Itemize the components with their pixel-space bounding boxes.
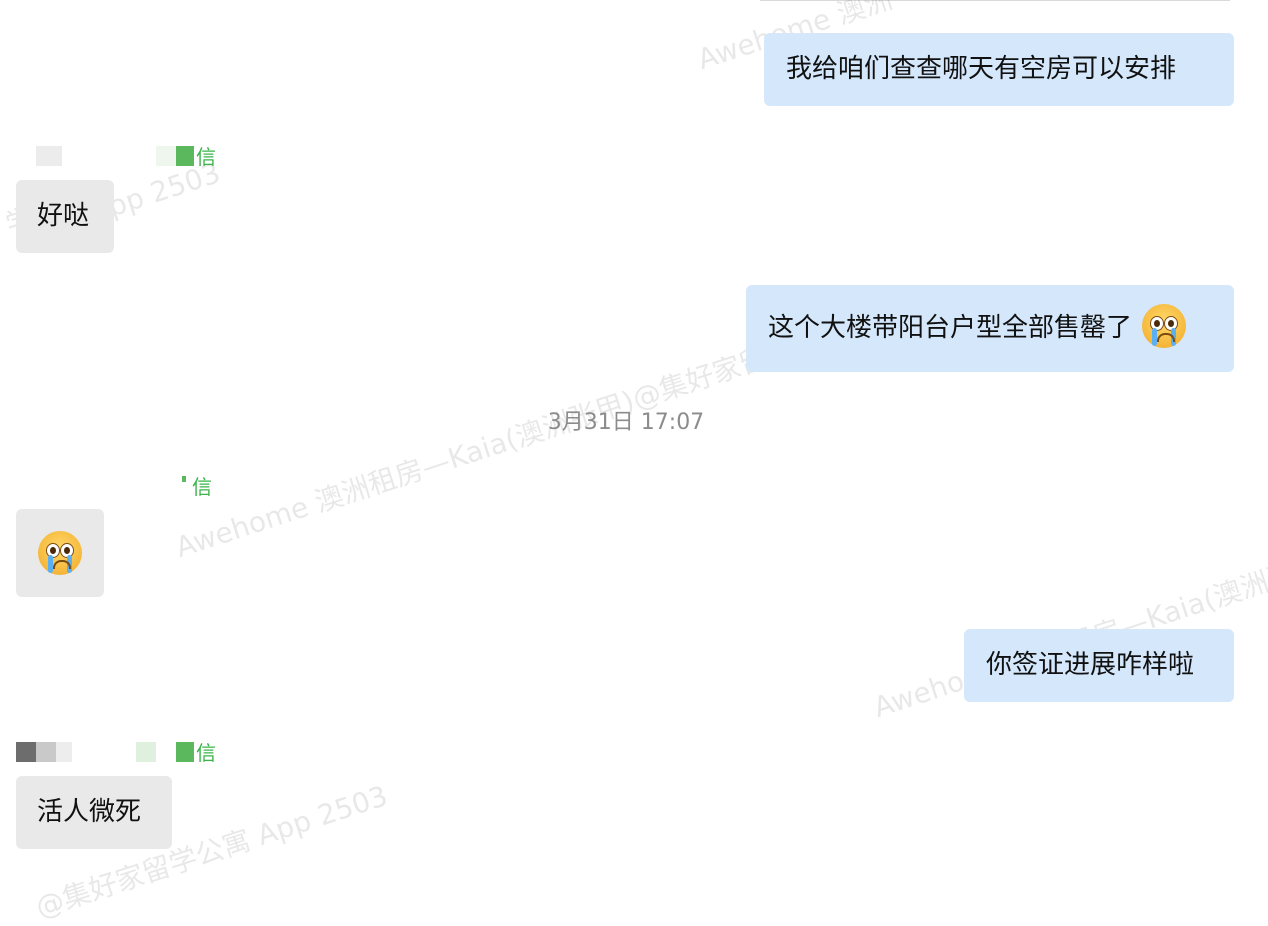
sender-name: 信	[16, 474, 226, 500]
redacted-sender-name	[182, 476, 186, 482]
redacted-sender-name	[176, 742, 194, 762]
incoming-message-bubble[interactable]: 活人微死	[16, 776, 172, 849]
message-text: 好哒	[37, 201, 90, 231]
sender-name: 信	[16, 740, 226, 766]
message-text: 这个大楼带阳台户型全部售罄了	[768, 313, 1133, 343]
redacted-sender-name	[176, 146, 194, 166]
watermark: Awehome 澳洲租房—Kaia(澳洲张甲)@集好家留学公	[171, 323, 825, 565]
message-text: 你签证进展咋样啦	[986, 650, 1195, 680]
sender-label: 信	[196, 741, 216, 765]
redacted-sender-name	[56, 742, 72, 762]
redacted-sender-name	[136, 742, 156, 762]
outgoing-message-bubble[interactable]: 我给咱们查查哪天有空房可以安排	[764, 33, 1234, 106]
chat-timestamp: 3月31日 17:07	[547, 410, 705, 435]
message-text: 我给咱们查查哪天有空房可以安排	[786, 54, 1177, 84]
sender-label: 信	[196, 145, 216, 169]
redacted-sender-name	[156, 146, 176, 166]
redacted-sender-name	[36, 742, 56, 762]
message-text: 活人微死	[37, 797, 142, 827]
crying-face-emoji-icon	[1142, 303, 1187, 348]
outgoing-message-bubble[interactable]: 这个大楼带阳台户型全部售罄了	[746, 285, 1234, 372]
sender-name: 信	[16, 144, 226, 170]
top-divider	[760, 0, 1230, 1]
incoming-message-bubble[interactable]	[16, 509, 104, 597]
redacted-sender-name	[36, 146, 62, 166]
outgoing-message-bubble[interactable]: 你签证进展咋样啦	[964, 629, 1234, 702]
crying-face-emoji-icon	[38, 531, 82, 575]
incoming-message-bubble[interactable]: 好哒	[16, 180, 114, 253]
redacted-sender-name	[16, 742, 36, 762]
sender-label: 信	[192, 475, 212, 499]
